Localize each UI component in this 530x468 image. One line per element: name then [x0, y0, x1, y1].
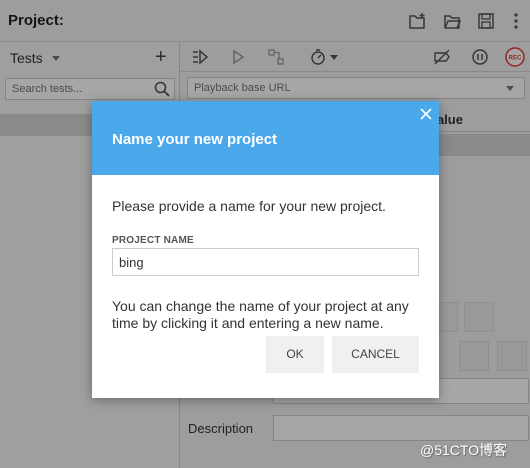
new-project-dialog: Name your new project Please provide a n…	[92, 101, 439, 398]
project-name-label: PROJECT NAME	[112, 235, 194, 246]
dialog-hint: You can change the name of your project …	[112, 298, 409, 331]
cancel-button[interactable]: CANCEL	[332, 336, 419, 373]
close-icon[interactable]	[419, 107, 433, 121]
dialog-title: Name your new project	[112, 131, 278, 148]
ok-button[interactable]: OK	[266, 336, 324, 373]
watermark: @51CTO博客	[420, 442, 508, 458]
project-name-input[interactable]	[112, 248, 419, 276]
dialog-prompt: Please provide a name for your new proje…	[112, 198, 386, 214]
dialog-header: Name your new project	[92, 101, 439, 175]
